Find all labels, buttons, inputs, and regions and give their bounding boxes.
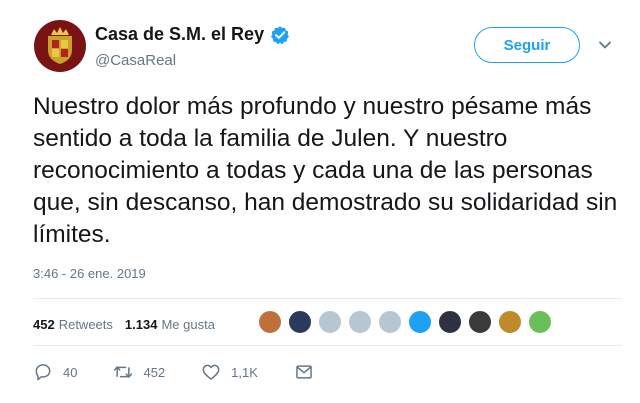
retweets-count: 452 [33, 317, 55, 332]
royal-crest-icon [48, 27, 72, 64]
liker-avatar[interactable] [438, 310, 462, 334]
tweet-text: Nuestro dolor más profundo y nuestro pés… [33, 93, 618, 248]
engagement-stats: 452 Retweets 1.134 Me gusta [33, 317, 215, 332]
liker-avatars [258, 310, 558, 334]
author-name-row: Casa de S.M. el Rey [95, 24, 290, 45]
direct-message-button[interactable] [294, 362, 324, 382]
reply-icon [35, 364, 51, 381]
liker-avatar[interactable] [528, 310, 552, 334]
retweet-icon [114, 366, 133, 378]
envelope-icon [296, 365, 312, 379]
likes-label: Me gusta [161, 317, 215, 332]
retweets-label: Retweets [58, 317, 113, 332]
tweet-actions: 40 452 1,1K [33, 362, 360, 382]
caret-down-icon[interactable] [598, 38, 612, 52]
divider [33, 298, 622, 299]
retweet-button[interactable]: 452 [113, 362, 165, 382]
liker-avatar[interactable] [348, 310, 372, 334]
reply-button[interactable]: 40 [33, 362, 77, 382]
likes-count: 1.134 [124, 317, 158, 332]
divider [33, 345, 622, 346]
retweets-stat[interactable]: 452 Retweets [33, 317, 113, 332]
follow-button[interactable]: Seguir [474, 27, 580, 63]
liker-avatar[interactable] [378, 310, 402, 334]
tweet-timestamp[interactable]: 3:46 - 26 ene. 2019 [33, 266, 146, 281]
liker-avatar[interactable] [258, 310, 282, 334]
like-count: 1,1K [231, 364, 258, 380]
liker-avatar[interactable] [468, 310, 492, 334]
liker-avatar[interactable] [318, 310, 342, 334]
verified-badge-icon [271, 25, 290, 44]
likes-stat[interactable]: 1.134 Me gusta [125, 317, 215, 332]
liker-avatar[interactable] [498, 310, 522, 334]
liker-avatar[interactable] [288, 310, 312, 334]
heart-icon [202, 364, 220, 380]
display-name[interactable]: Casa de S.M. el Rey [95, 24, 264, 45]
retweet-count: 452 [143, 364, 166, 380]
avatar[interactable] [34, 20, 86, 72]
reply-count: 40 [63, 364, 78, 380]
user-handle[interactable]: @CasaReal [95, 52, 176, 69]
like-button[interactable]: 1,1K [201, 362, 258, 382]
liker-avatar[interactable] [408, 310, 432, 334]
